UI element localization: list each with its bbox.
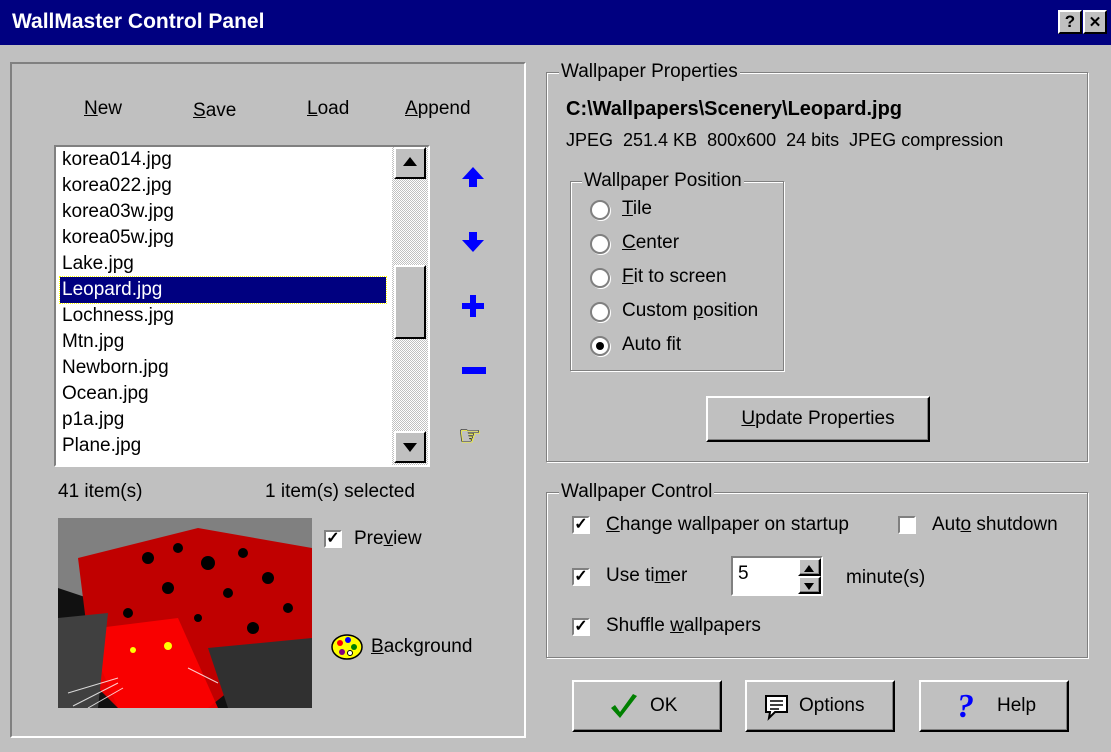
options-button[interactable]: Options	[745, 680, 895, 732]
list-item[interactable]: korea014.jpg	[60, 147, 174, 173]
wallpaper-list-items: korea014.jpg korea022.jpg korea03w.jpg kore…	[56, 147, 392, 465]
position-radio[interactable]	[590, 234, 610, 254]
remove-button[interactable]	[460, 364, 488, 380]
new-menu[interactable]: New	[84, 98, 122, 120]
add-button[interactable]	[460, 293, 486, 319]
update-properties-button[interactable]: Update Properties	[706, 396, 930, 442]
change-on-startup-checkbox[interactable]: ✓	[572, 516, 590, 534]
list-scrollbar[interactable]	[392, 147, 428, 465]
list-item[interactable]: korea05w.jpg	[60, 225, 176, 251]
preview-checkbox[interactable]: ✓	[324, 530, 342, 548]
help-button[interactable]: ? Help	[919, 680, 1069, 732]
check-icon: ✓	[574, 568, 588, 585]
arrow-down-icon	[462, 232, 484, 252]
checkmark-icon	[611, 694, 637, 718]
goto-button[interactable]: ☞	[458, 422, 481, 448]
check-icon: ✓	[326, 530, 340, 547]
selected-count: 1 item(s) selected	[265, 481, 415, 502]
move-up-button[interactable]	[460, 165, 486, 189]
preview-label[interactable]: Preview	[354, 528, 422, 550]
position-radio[interactable]	[590, 268, 610, 288]
list-item[interactable]: korea022.jpg	[60, 173, 174, 199]
position-label[interactable]: Custom position	[622, 300, 758, 322]
ok-label: OK	[650, 695, 678, 716]
position-label[interactable]: Center	[622, 232, 679, 254]
change-on-startup-label[interactable]: Change wallpaper on startup	[606, 514, 849, 536]
file-path: C:\Wallpapers\Scenery\Leopard.jpg	[566, 98, 903, 120]
background-label[interactable]: Background	[371, 636, 472, 658]
pointing-hand-icon: ☞	[458, 420, 482, 450]
ok-button[interactable]: OK	[572, 680, 722, 732]
auto-shutdown-label[interactable]: Auto shutdown	[932, 514, 1058, 536]
spin-up-icon	[804, 565, 814, 572]
shuffle-label[interactable]: Shuffle wallpapers	[606, 615, 761, 637]
auto-shutdown-checkbox[interactable]	[898, 516, 916, 534]
scroll-down-button[interactable]	[394, 431, 426, 463]
append-menu[interactable]: Append	[405, 98, 471, 120]
file-info: JPEG 251.4 KB 800x600 24 bits JPEG compr…	[566, 130, 1004, 150]
list-item[interactable]: Newborn.jpg	[60, 355, 171, 381]
palette-icon	[331, 634, 363, 660]
scroll-up-button[interactable]	[394, 147, 426, 179]
position-legend: Wallpaper Position	[582, 170, 744, 192]
item-count: 41 item(s)	[58, 481, 143, 502]
list-item[interactable]: Lochness.jpg	[60, 303, 176, 329]
minus-icon	[462, 367, 486, 374]
position-radio[interactable]	[590, 336, 610, 356]
help-label: Help	[997, 695, 1037, 716]
properties-legend: Wallpaper Properties	[559, 61, 740, 83]
timer-value: 5	[738, 563, 749, 584]
shuffle-checkbox[interactable]: ✓	[572, 618, 590, 636]
list-item[interactable]: Plane.jpg	[60, 433, 143, 459]
scroll-down-icon	[403, 443, 417, 452]
leopard-preview-graphic	[58, 518, 312, 708]
window-title: WallMaster Control Panel	[12, 10, 265, 33]
move-down-button[interactable]	[460, 230, 486, 254]
position-radio[interactable]	[590, 200, 610, 220]
position-radio[interactable]	[590, 302, 610, 322]
timer-up-button[interactable]	[798, 558, 821, 576]
plus-icon	[462, 295, 484, 317]
background-palette-button[interactable]	[330, 631, 366, 667]
close-title-button[interactable]: ✕	[1083, 10, 1107, 34]
list-item[interactable]: Ocean.jpg	[60, 381, 151, 407]
timer-unit: minute(s)	[846, 567, 926, 588]
use-timer-label[interactable]: Use timer	[606, 565, 687, 587]
save-menu[interactable]: Save	[193, 100, 236, 122]
list-item[interactable]: korea03w.jpg	[60, 199, 176, 225]
list-item[interactable]: p1a.jpg	[60, 407, 126, 433]
help-title-button[interactable]: ?	[1058, 10, 1082, 34]
list-item[interactable]: Leopard.jpg	[59, 276, 387, 304]
position-label[interactable]: Auto fit	[622, 334, 681, 356]
use-timer-checkbox[interactable]: ✓	[572, 568, 590, 586]
speech-bubble-icon	[765, 695, 788, 721]
position-label[interactable]: Tile	[622, 198, 652, 220]
control-legend: Wallpaper Control	[559, 481, 715, 503]
load-menu[interactable]: Load	[307, 98, 349, 120]
timer-down-button[interactable]	[798, 576, 821, 594]
list-item[interactable]: Mtn.jpg	[60, 329, 126, 355]
close-icon: ✕	[1088, 14, 1102, 31]
scroll-up-icon	[403, 157, 417, 166]
list-item[interactable]: Lake.jpg	[60, 251, 136, 277]
spin-down-icon	[804, 583, 814, 590]
help-icon: ?	[957, 688, 974, 725]
check-icon: ✓	[574, 618, 588, 635]
arrow-up-icon	[462, 167, 484, 187]
options-label: Options	[799, 695, 865, 716]
check-icon: ✓	[574, 516, 588, 533]
position-label[interactable]: Fit to screen	[622, 266, 727, 288]
scroll-thumb[interactable]	[394, 265, 426, 339]
preview-image	[58, 518, 312, 708]
